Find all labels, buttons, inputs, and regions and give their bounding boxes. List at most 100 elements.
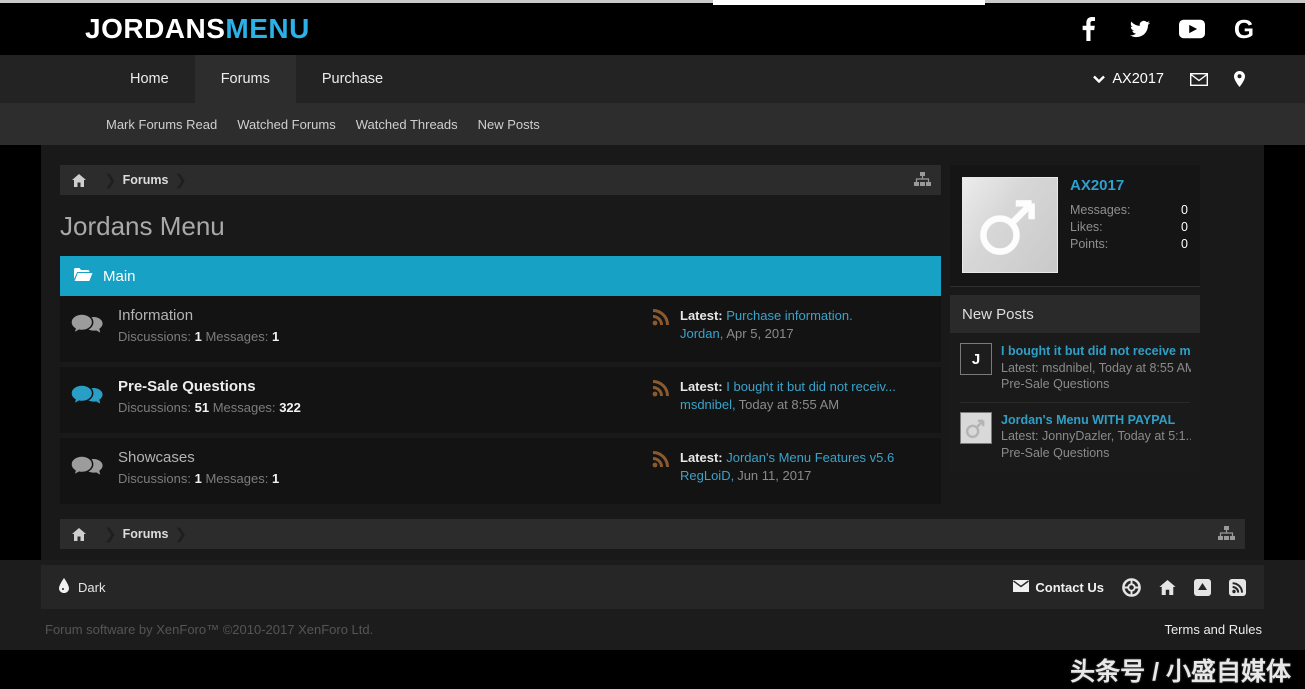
user-account-menu[interactable]: AX2017 <box>1093 71 1164 87</box>
avatar[interactable] <box>962 177 1058 273</box>
open-folder-icon <box>74 267 93 286</box>
browser-edge-strip <box>0 0 1305 3</box>
speech-bubbles-icon-unread <box>70 383 104 417</box>
latest-author-link[interactable]: Jordan, <box>680 326 723 341</box>
site-logo[interactable]: JORDANSMENU <box>85 13 310 45</box>
youtube-icon[interactable] <box>1179 16 1205 42</box>
site-header: JORDANSMENU G <box>0 3 1305 55</box>
nav-tab-home[interactable]: Home <box>104 55 195 103</box>
sitemap-icon[interactable] <box>914 172 931 192</box>
latest-author-link[interactable]: RegLoiD, <box>680 468 734 483</box>
subnav-watched-threads[interactable]: Watched Threads <box>346 117 468 132</box>
forum-row-pre-sale-questions[interactable]: Pre-Sale Questions Discussions: 51 Messa… <box>60 367 941 433</box>
latest-post-block: Latest: I bought it but did not receiv..… <box>680 378 930 414</box>
home-icon[interactable] <box>60 174 98 187</box>
latest-label: Latest: <box>680 450 723 465</box>
subnav-mark-forums-read[interactable]: Mark Forums Read <box>96 117 227 132</box>
subnav-new-posts[interactable]: New Posts <box>468 117 550 132</box>
style-chooser[interactable]: Dark <box>59 578 105 596</box>
browser-tab-remnant <box>713 0 985 5</box>
breadcrumb-separator: ❯ <box>98 525 123 543</box>
contact-us-label: Contact Us <box>1035 580 1104 595</box>
terms-and-rules-link[interactable]: Terms and Rules <box>1164 622 1262 637</box>
google-icon[interactable]: G <box>1231 16 1257 42</box>
page-title: Jordans Menu <box>60 211 941 242</box>
chevron-down-icon <box>1093 71 1105 87</box>
avatar-letter[interactable]: J <box>960 343 992 375</box>
breadcrumb-item-forums[interactable]: Forums <box>123 173 169 187</box>
breadcrumb-item-forums[interactable]: Forums <box>123 527 169 541</box>
new-post-meta: Latest: JonnyDazler, Today at 5:1... <box>1001 428 1191 445</box>
social-links: G <box>1075 16 1257 42</box>
new-posts-header: New Posts <box>950 295 1200 333</box>
rss-icon[interactable] <box>652 451 669 473</box>
visitor-panel: AX2017 Messages:0 Likes:0 Points:0 <box>950 165 1200 287</box>
new-post-item[interactable]: J I bought it but did not receive my ...… <box>960 343 1190 393</box>
top-of-page-icon[interactable] <box>1194 579 1211 596</box>
home-icon[interactable] <box>1159 580 1176 595</box>
rss-feed-icon[interactable] <box>1229 579 1246 596</box>
facebook-icon[interactable] <box>1075 16 1101 42</box>
category-title: Main <box>103 268 136 285</box>
subnav-watched-forums[interactable]: Watched Forums <box>227 117 346 132</box>
footer-bar: Dark Contact Us <box>41 565 1264 609</box>
breadcrumb-bottom: ❯ Forums ❯ <box>60 519 1245 549</box>
new-posts-list: J I bought it but did not receive my ...… <box>950 333 1200 473</box>
latest-thread-link[interactable]: Jordan's Menu Features v5.6 <box>726 450 894 465</box>
rss-icon[interactable] <box>652 309 669 331</box>
footer-meta: Forum software by XenForo™ ©2010-2017 Xe… <box>41 609 1264 650</box>
new-post-title[interactable]: I bought it but did not receive my ... <box>1001 343 1191 360</box>
latest-thread-link[interactable]: I bought it but did not receiv... <box>726 379 896 394</box>
new-post-meta: Latest: msdnibel, Today at 8:55 AM <box>1001 360 1191 377</box>
latest-date: Today at 8:55 AM <box>739 397 839 412</box>
main-column: ❯ Forums ❯ Jordans Menu Main <box>60 165 941 509</box>
content-area: ❯ Forums ❯ Jordans Menu Main <box>0 145 1305 560</box>
home-icon[interactable] <box>60 528 98 541</box>
new-post-forum[interactable]: Pre-Sale Questions <box>1001 445 1191 462</box>
breadcrumb-separator: ❯ <box>168 171 193 189</box>
footer-links: Contact Us <box>1013 578 1246 597</box>
content-wrapper: ❯ Forums ❯ Jordans Menu Main <box>41 145 1264 560</box>
latest-post-block: Latest: Jordan's Menu Features v5.6 RegL… <box>680 449 930 485</box>
latest-label: Latest: <box>680 379 723 394</box>
user-menu-label: AX2017 <box>1112 71 1164 87</box>
main-nav: Home Forums Purchase AX2017 <box>0 55 1305 103</box>
nav-tab-forums[interactable]: Forums <box>195 55 296 103</box>
new-post-item[interactable]: Jordan's Menu WITH PAYPAL Latest: JonnyD… <box>960 402 1190 462</box>
twitter-icon[interactable] <box>1127 16 1153 42</box>
location-pin-icon[interactable] <box>1234 71 1245 87</box>
new-post-forum[interactable]: Pre-Sale Questions <box>1001 376 1191 393</box>
avatar-male-symbol[interactable] <box>960 412 992 444</box>
latest-date: Jun 11, 2017 <box>737 468 811 483</box>
nav-tabs: Home Forums Purchase <box>104 55 409 103</box>
page-root: JORDANSMENU G Home Forums Purchase <box>0 0 1305 689</box>
new-post-title[interactable]: Jordan's Menu WITH PAYPAL <box>1001 412 1191 429</box>
latest-thread-link[interactable]: Purchase information. <box>726 308 852 323</box>
forum-row-information[interactable]: Information Discussions: 1 Messages: 1 L… <box>60 296 941 362</box>
forum-row-showcases[interactable]: Showcases Discussions: 1 Messages: 1 Lat… <box>60 438 941 504</box>
copyright-text: Forum software by XenForo™ ©2010-2017 Xe… <box>45 622 373 637</box>
speech-bubbles-icon <box>70 312 104 346</box>
sidebar-username[interactable]: AX2017 <box>1070 177 1188 194</box>
inbox-envelope-icon[interactable] <box>1190 73 1208 86</box>
speech-bubbles-icon <box>70 454 104 488</box>
stat-likes: Likes:0 <box>1070 219 1188 236</box>
envelope-icon <box>1013 580 1029 595</box>
nav-right: AX2017 <box>1093 55 1245 103</box>
category-main[interactable]: Main <box>60 256 941 296</box>
sub-nav: Mark Forums Read Watched Forums Watched … <box>0 103 1305 145</box>
logo-primary-text: JORDANS <box>85 13 225 44</box>
stat-points: Points:0 <box>1070 236 1188 253</box>
breadcrumb-separator: ❯ <box>168 525 193 543</box>
contact-us-link[interactable]: Contact Us <box>1013 580 1104 595</box>
nav-tab-purchase[interactable]: Purchase <box>296 55 409 103</box>
breadcrumb: ❯ Forums ❯ <box>60 165 941 195</box>
help-lifering-icon[interactable] <box>1122 578 1141 597</box>
logo-accent-text: MENU <box>225 13 309 44</box>
watermark-text: 头条号 / 小盛自媒体 <box>1070 652 1291 688</box>
rss-icon[interactable] <box>652 380 669 402</box>
latest-author-link[interactable]: msdnibel, <box>680 397 736 412</box>
latest-post-block: Latest: Purchase information. Jordan,Apr… <box>680 307 930 343</box>
sitemap-icon[interactable] <box>1218 526 1235 546</box>
stat-messages: Messages:0 <box>1070 202 1188 219</box>
